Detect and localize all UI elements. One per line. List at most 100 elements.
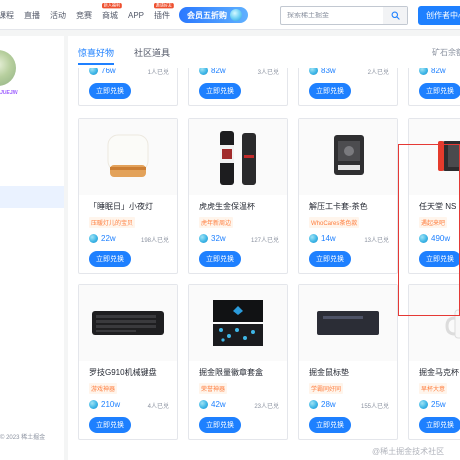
price-value: 76w bbox=[101, 68, 116, 75]
search-input[interactable] bbox=[281, 12, 381, 19]
redeem-button[interactable]: 立即兑换 bbox=[89, 83, 131, 99]
highlight-box bbox=[398, 144, 460, 316]
redeemed-count: 198人已兑 bbox=[140, 238, 169, 244]
nav-item-courses[interactable]: 课程 bbox=[0, 10, 14, 21]
product-price: 14w bbox=[309, 234, 336, 243]
product-price: 83w bbox=[309, 68, 336, 75]
product-tag: 压暖灯儿的宝贝 bbox=[89, 217, 136, 228]
ore-icon bbox=[309, 234, 318, 243]
product-card[interactable]: 掘金限量徽章套盒 荣誉神器 42w 23人已兑 立即兑换 bbox=[188, 284, 288, 440]
product-image bbox=[79, 285, 177, 361]
product-title: 掘金限量徽章套盒 bbox=[199, 368, 263, 377]
redeem-button[interactable]: 立即兑换 bbox=[89, 251, 131, 267]
redeemed-count: 13人已兑 bbox=[364, 238, 389, 244]
redeem-button[interactable]: 立即兑换 bbox=[89, 417, 131, 433]
product-image bbox=[189, 119, 287, 195]
redeem-button[interactable]: 立即兑换 bbox=[199, 251, 241, 267]
product-price: 28w bbox=[309, 400, 336, 409]
nav-item-label: APP bbox=[128, 11, 145, 20]
product-price: 22w bbox=[89, 234, 116, 243]
ore-icon bbox=[199, 68, 208, 75]
ore-icon bbox=[309, 68, 318, 75]
product-card[interactable]: 「睡眠日」小夜灯 压暖灯儿的宝贝 22w 198人已兑 立即兑换 bbox=[78, 118, 178, 274]
nav-item-mall[interactable]: 新人福利 商城 bbox=[102, 3, 122, 21]
ore-icon bbox=[199, 234, 208, 243]
nav-item-plugins[interactable]: 邀请好友 插件 bbox=[154, 3, 174, 21]
redeem-button[interactable]: 立即兑换 bbox=[309, 417, 351, 433]
product-price: 25w bbox=[419, 400, 446, 409]
price-value: 83w bbox=[321, 68, 336, 75]
tab-community-props[interactable]: 社区道具 bbox=[134, 46, 170, 59]
product-card[interactable]: 82w 3人已兑 立即兑换 bbox=[188, 68, 288, 106]
ore-icon bbox=[89, 234, 98, 243]
redeem-button[interactable]: 立即兑换 bbox=[309, 83, 351, 99]
nav-item-label: 竞赛 bbox=[76, 11, 92, 20]
nav-badge: 邀请好友 bbox=[154, 3, 174, 9]
ore-icon bbox=[199, 400, 208, 409]
night-lamp-icon bbox=[107, 134, 149, 177]
nav-item-events[interactable]: 活动 bbox=[50, 10, 66, 21]
product-card[interactable]: 虎虎生金保温杯 虎年新周边 32w 127人已兑 立即兑换 bbox=[188, 118, 288, 274]
tab-surprise-goods[interactable]: 惊喜好物 bbox=[78, 46, 114, 59]
product-image bbox=[79, 119, 177, 195]
product-card[interactable]: 解压工卡套-茶色 WhoCares茶色款 14w 13人已兑 立即兑换 bbox=[298, 118, 398, 274]
price-value: 28w bbox=[321, 400, 336, 409]
sidebar-active-item[interactable] bbox=[0, 186, 64, 208]
vip-discount-button[interactable]: 会员五折购 bbox=[179, 7, 248, 23]
product-title: 掘金鼠标垫 bbox=[309, 368, 349, 377]
vip-label: 会员五折购 bbox=[187, 10, 227, 20]
product-card[interactable]: 76w 1人已兑 立即兑换 bbox=[78, 68, 178, 106]
redeemed-count: 3人已兑 bbox=[257, 70, 279, 76]
nav-item-label: 商城 bbox=[102, 11, 118, 20]
shop-panel: 惊喜好物 社区道具 矿石余额 76w 1人已兑 立即兑换 82w 3人已兑 立即… bbox=[68, 36, 460, 460]
product-price: 82w bbox=[199, 68, 226, 75]
product-tag: 虎年新周边 bbox=[199, 217, 234, 228]
price-value: 82w bbox=[431, 68, 446, 75]
price-value: 22w bbox=[101, 234, 116, 243]
price-value: 25w bbox=[431, 400, 446, 409]
product-tag: 游戏神器 bbox=[89, 383, 118, 394]
product-card[interactable]: 83w 2人已兑 立即兑换 bbox=[298, 68, 398, 106]
product-tag: 早杯大意 bbox=[419, 383, 448, 394]
product-card[interactable]: 罗技G910机械键盘 游戏神器 210w 4人已兑 立即兑换 bbox=[78, 284, 178, 440]
redeem-button[interactable]: 立即兑换 bbox=[419, 83, 460, 99]
ore-icon bbox=[419, 400, 428, 409]
redeemed-count: 2人已兑 bbox=[367, 70, 389, 76]
mouse-pad-icon bbox=[317, 311, 379, 335]
redeem-button[interactable]: 立即兑换 bbox=[419, 417, 460, 433]
vip-coin-icon bbox=[230, 9, 242, 21]
ore-icon bbox=[309, 400, 318, 409]
nav-item-contests[interactable]: 竞赛 bbox=[76, 10, 92, 21]
nav-item-label: 课程 bbox=[0, 11, 14, 20]
nav-badge: 新人福利 bbox=[102, 3, 122, 9]
redeemed-count: 127人已兑 bbox=[250, 238, 279, 244]
search-box bbox=[280, 6, 408, 25]
product-card[interactable]: 82w 立即兑换 bbox=[408, 68, 460, 106]
product-tag: WhoCares茶色款 bbox=[309, 217, 360, 228]
shop-tabs: 惊喜好物 社区道具 矿石余额 bbox=[68, 36, 460, 68]
product-grid: 76w 1人已兑 立即兑换 82w 3人已兑 立即兑换 83w 2人已兑 立即兑… bbox=[68, 68, 460, 460]
nav-item-app[interactable]: APP bbox=[128, 11, 144, 20]
redeemed-count: 4人已兑 bbox=[147, 404, 169, 410]
watermark: @稀土掘金技术社区 bbox=[372, 447, 445, 456]
product-price: 76w bbox=[89, 68, 116, 75]
nav-item-live[interactable]: 直播 bbox=[24, 10, 40, 21]
redeem-button[interactable]: 立即兑换 bbox=[309, 251, 351, 267]
redeem-button[interactable]: 立即兑换 bbox=[199, 83, 241, 99]
copyright-text: © 2023 稀土掘金 bbox=[0, 435, 46, 441]
avatar[interactable] bbox=[0, 50, 16, 86]
nav-item-label: 活动 bbox=[50, 11, 66, 20]
price-value: 32w bbox=[211, 234, 226, 243]
product-price: 32w bbox=[199, 234, 226, 243]
product-card[interactable]: 掘金鼠标垫 学霸同好同 28w 155人已兑 立即兑换 bbox=[298, 284, 398, 440]
product-price: 42w bbox=[199, 400, 226, 409]
badge-box-icon bbox=[213, 300, 263, 346]
redeemed-count: 23人已兑 bbox=[254, 404, 279, 410]
redeem-button[interactable]: 立即兑换 bbox=[199, 417, 241, 433]
card-holder-icon bbox=[334, 135, 364, 175]
keyboard-icon bbox=[92, 311, 164, 335]
creator-center-button[interactable]: 创作者中心 bbox=[418, 6, 460, 25]
product-price: 210w bbox=[89, 400, 120, 409]
search-button[interactable] bbox=[383, 7, 407, 24]
active-tab-underline bbox=[78, 63, 114, 65]
